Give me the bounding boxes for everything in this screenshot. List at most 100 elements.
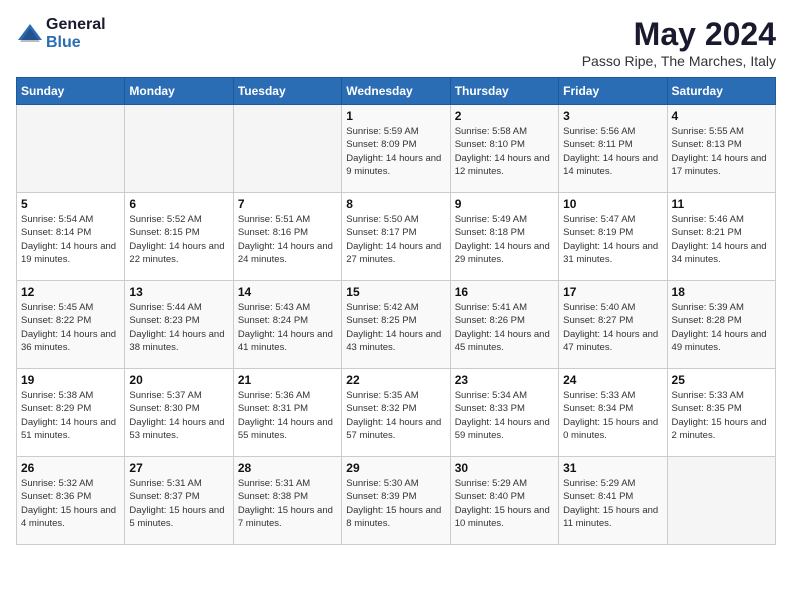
- day-number: 15: [346, 285, 445, 299]
- cell-info: Sunrise: 5:32 AMSunset: 8:36 PMDaylight:…: [21, 477, 120, 530]
- calendar-cell: 27Sunrise: 5:31 AMSunset: 8:37 PMDayligh…: [125, 457, 233, 545]
- calendar-cell: 5Sunrise: 5:54 AMSunset: 8:14 PMDaylight…: [17, 193, 125, 281]
- cell-info: Sunrise: 5:42 AMSunset: 8:25 PMDaylight:…: [346, 301, 445, 354]
- calendar-cell: [125, 105, 233, 193]
- calendar-cell: 4 Sunrise: 5:55 AMSunset: 8:13 PMDaylight…: [667, 105, 775, 193]
- day-number: 22: [346, 373, 445, 387]
- cell-info: Sunrise: 5:37 AMSunset: 8:30 PMDaylight:…: [129, 389, 228, 442]
- day-number: 6: [129, 197, 228, 211]
- cell-info: Sunrise: 5:31 AMSunset: 8:38 PMDaylight:…: [238, 477, 337, 530]
- calendar-cell: 15 Sunrise: 5:42 AMSunset: 8:25 PMDayligh…: [342, 281, 450, 369]
- day-header-tuesday: Tuesday: [233, 78, 341, 105]
- day-number: 17: [563, 285, 662, 299]
- day-number: 9: [455, 197, 554, 211]
- calendar-cell: [233, 105, 341, 193]
- calendar-week-row: 19 Sunrise: 5:38 AMSunset: 8:29 PMDayligh…: [17, 369, 776, 457]
- calendar-cell: [17, 105, 125, 193]
- calendar-table: SundayMondayTuesdayWednesdayThursdayFrid…: [16, 77, 776, 545]
- cell-info: Sunrise: 5:51 AMSunset: 8:16 PMDaylight:…: [238, 213, 337, 266]
- calendar-cell: 20Sunrise: 5:37 AMSunset: 8:30 PMDayligh…: [125, 369, 233, 457]
- day-number: 19: [21, 373, 120, 387]
- calendar-cell: 21 Sunrise: 5:36 AMSunset: 8:31 PMDayligh…: [233, 369, 341, 457]
- calendar-week-row: 12Sunrise: 5:45 AMSunset: 8:22 PMDayligh…: [17, 281, 776, 369]
- cell-info: Sunrise: 5:38 AMSunset: 8:29 PMDaylight:…: [21, 389, 120, 442]
- cell-info: Sunrise: 5:59 AMSunset: 8:09 PMDaylight:…: [346, 125, 445, 178]
- day-number: 7: [238, 197, 337, 211]
- calendar-cell: 1 Sunrise: 5:59 AMSunset: 8:09 PMDaylight…: [342, 105, 450, 193]
- cell-info: Sunrise: 5:40 AMSunset: 8:27 PMDaylight:…: [563, 301, 662, 354]
- cell-info: Sunrise: 5:55 AMSunset: 8:13 PMDaylight:…: [672, 125, 771, 178]
- cell-info: Sunrise: 5:30 AMSunset: 8:39 PMDaylight:…: [346, 477, 445, 530]
- month-year-title: May 2024: [582, 16, 776, 53]
- calendar-cell: 7 Sunrise: 5:51 AMSunset: 8:16 PMDaylight…: [233, 193, 341, 281]
- calendar-week-row: 5Sunrise: 5:54 AMSunset: 8:14 PMDaylight…: [17, 193, 776, 281]
- calendar-cell: 22 Sunrise: 5:35 AMSunset: 8:32 PMDayligh…: [342, 369, 450, 457]
- cell-info: Sunrise: 5:39 AMSunset: 8:28 PMDaylight:…: [672, 301, 771, 354]
- cell-info: Sunrise: 5:43 AMSunset: 8:24 PMDaylight:…: [238, 301, 337, 354]
- calendar-cell: 23 Sunrise: 5:34 AMSunset: 8:33 PMDayligh…: [450, 369, 558, 457]
- day-number: 10: [563, 197, 662, 211]
- day-number: 2: [455, 109, 554, 123]
- day-number: 23: [455, 373, 554, 387]
- day-number: 12: [21, 285, 120, 299]
- calendar-cell: 12Sunrise: 5:45 AMSunset: 8:22 PMDayligh…: [17, 281, 125, 369]
- day-number: 16: [455, 285, 554, 299]
- day-header-monday: Monday: [125, 78, 233, 105]
- day-number: 25: [672, 373, 771, 387]
- day-number: 30: [455, 461, 554, 475]
- day-number: 1: [346, 109, 445, 123]
- calendar-cell: 17 Sunrise: 5:40 AMSunset: 8:27 PMDayligh…: [559, 281, 667, 369]
- day-number: 4: [672, 109, 771, 123]
- day-number: 3: [563, 109, 662, 123]
- day-number: 28: [238, 461, 337, 475]
- calendar-cell: 24 Sunrise: 5:33 AMSunset: 8:34 PMDayligh…: [559, 369, 667, 457]
- calendar-week-row: 1 Sunrise: 5:59 AMSunset: 8:09 PMDaylight…: [17, 105, 776, 193]
- calendar-cell: 26 Sunrise: 5:32 AMSunset: 8:36 PMDayligh…: [17, 457, 125, 545]
- cell-info: Sunrise: 5:56 AMSunset: 8:11 PMDaylight:…: [563, 125, 662, 178]
- cell-info: Sunrise: 5:47 AMSunset: 8:19 PMDaylight:…: [563, 213, 662, 266]
- cell-info: Sunrise: 5:52 AMSunset: 8:15 PMDaylight:…: [129, 213, 228, 266]
- calendar-cell: 19 Sunrise: 5:38 AMSunset: 8:29 PMDayligh…: [17, 369, 125, 457]
- calendar-cell: 13 Sunrise: 5:44 AMSunset: 8:23 PMDayligh…: [125, 281, 233, 369]
- cell-info: Sunrise: 5:31 AMSunset: 8:37 PMDaylight:…: [129, 477, 228, 530]
- cell-info: Sunrise: 5:36 AMSunset: 8:31 PMDaylight:…: [238, 389, 337, 442]
- cell-info: Sunrise: 5:29 AMSunset: 8:40 PMDaylight:…: [455, 477, 554, 530]
- cell-info: Sunrise: 5:58 AMSunset: 8:10 PMDaylight:…: [455, 125, 554, 178]
- calendar-cell: 18 Sunrise: 5:39 AMSunset: 8:28 PMDayligh…: [667, 281, 775, 369]
- day-number: 21: [238, 373, 337, 387]
- calendar-cell: 3 Sunrise: 5:56 AMSunset: 8:11 PMDaylight…: [559, 105, 667, 193]
- day-header-wednesday: Wednesday: [342, 78, 450, 105]
- calendar-cell: 16Sunrise: 5:41 AMSunset: 8:26 PMDayligh…: [450, 281, 558, 369]
- cell-info: Sunrise: 5:34 AMSunset: 8:33 PMDaylight:…: [455, 389, 554, 442]
- day-number: 14: [238, 285, 337, 299]
- cell-info: Sunrise: 5:33 AMSunset: 8:35 PMDaylight:…: [672, 389, 771, 442]
- day-header-thursday: Thursday: [450, 78, 558, 105]
- cell-info: Sunrise: 5:44 AMSunset: 8:23 PMDaylight:…: [129, 301, 228, 354]
- day-number: 13: [129, 285, 228, 299]
- cell-info: Sunrise: 5:29 AMSunset: 8:41 PMDaylight:…: [563, 477, 662, 530]
- cell-info: Sunrise: 5:33 AMSunset: 8:34 PMDaylight:…: [563, 389, 662, 442]
- day-header-friday: Friday: [559, 78, 667, 105]
- day-number: 18: [672, 285, 771, 299]
- day-header-sunday: Sunday: [17, 78, 125, 105]
- calendar-cell: 9 Sunrise: 5:49 AMSunset: 8:18 PMDaylight…: [450, 193, 558, 281]
- calendar-header-row: SundayMondayTuesdayWednesdayThursdayFrid…: [17, 78, 776, 105]
- calendar-cell: 25 Sunrise: 5:33 AMSunset: 8:35 PMDayligh…: [667, 369, 775, 457]
- day-number: 11: [672, 197, 771, 211]
- cell-info: Sunrise: 5:35 AMSunset: 8:32 PMDaylight:…: [346, 389, 445, 442]
- logo-blue: Blue: [46, 34, 81, 51]
- day-number: 29: [346, 461, 445, 475]
- calendar-cell: 10 Sunrise: 5:47 AMSunset: 8:19 PMDayligh…: [559, 193, 667, 281]
- calendar-cell: 2 Sunrise: 5:58 AMSunset: 8:10 PMDaylight…: [450, 105, 558, 193]
- logo: General Blue: [16, 16, 106, 52]
- day-number: 26: [21, 461, 120, 475]
- calendar-cell: 11 Sunrise: 5:46 AMSunset: 8:21 PMDayligh…: [667, 193, 775, 281]
- logo-icon: [16, 20, 44, 48]
- cell-info: Sunrise: 5:49 AMSunset: 8:18 PMDaylight:…: [455, 213, 554, 266]
- day-number: 5: [21, 197, 120, 211]
- calendar-cell: 31Sunrise: 5:29 AMSunset: 8:41 PMDayligh…: [559, 457, 667, 545]
- cell-info: Sunrise: 5:46 AMSunset: 8:21 PMDaylight:…: [672, 213, 771, 266]
- calendar-cell: 6 Sunrise: 5:52 AMSunset: 8:15 PMDaylight…: [125, 193, 233, 281]
- calendar-week-row: 26 Sunrise: 5:32 AMSunset: 8:36 PMDayligh…: [17, 457, 776, 545]
- day-number: 24: [563, 373, 662, 387]
